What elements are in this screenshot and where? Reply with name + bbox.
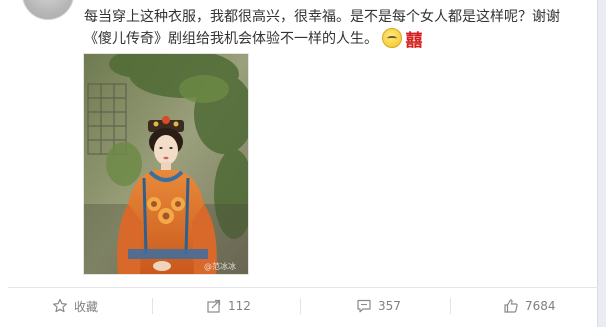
repost-count: 112 — [228, 299, 251, 313]
double-happiness-emoji-icon: 囍 — [405, 31, 423, 51]
post-text-line-1: 每当穿上这种衣服，我都很高兴，很幸福。是不是每个女人都是这样呢？谢谢 — [84, 9, 560, 25]
post-text-line-2: 《傻儿传奇》剧组给我机会体验不一样的人生。 囍 — [84, 28, 564, 51]
thumbs-up-icon — [504, 299, 518, 313]
action-separator — [450, 298, 451, 314]
image-watermark: @范冰冰 — [204, 262, 236, 271]
comment-count: 357 — [378, 299, 401, 313]
comment-icon — [357, 299, 371, 313]
weibo-post-card: 每当穿上这种衣服，我都很高兴，很幸福。是不是每个女人都是这样呢？谢谢 《傻儿传奇… — [0, 0, 598, 327]
post-image[interactable]: @范冰冰 — [83, 53, 249, 275]
like-button[interactable]: 7684 — [503, 295, 556, 317]
star-icon — [53, 298, 67, 313]
post-text: 每当穿上这种衣服，我都很高兴，很幸福。是不是每个女人都是这样呢？谢谢 《傻儿传奇… — [84, 6, 564, 51]
action-separator — [152, 298, 153, 314]
like-count: 7684 — [525, 299, 556, 313]
smile-emoji-icon — [382, 28, 402, 48]
action-separator — [300, 298, 301, 314]
favorite-button[interactable]: 收藏 — [52, 295, 98, 317]
post-image-illustration — [84, 54, 248, 274]
action-bar-divider — [8, 287, 598, 288]
favorite-label: 收藏 — [74, 299, 99, 314]
repost-button[interactable]: 112 — [206, 295, 251, 317]
comment-button[interactable]: 357 — [356, 295, 401, 317]
share-icon — [207, 299, 221, 313]
post-text-line-2-content: 《傻儿传奇》剧组给我机会体验不一样的人生。 — [84, 31, 378, 47]
avatar[interactable] — [22, 0, 74, 20]
